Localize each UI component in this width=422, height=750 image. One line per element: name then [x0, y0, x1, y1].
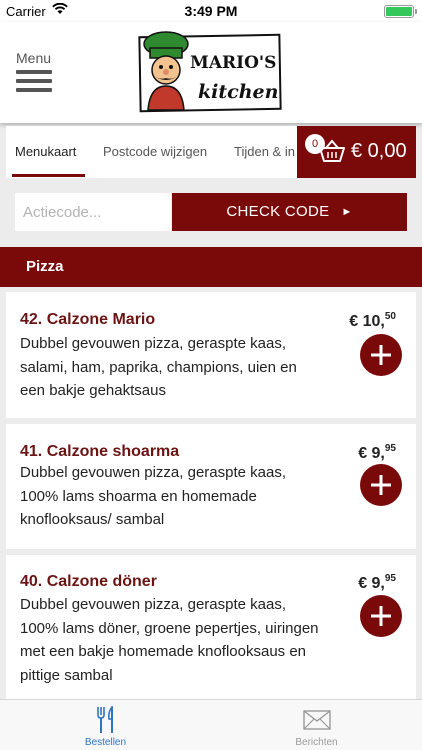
- hamburger-icon: [16, 70, 56, 92]
- tab-berichten[interactable]: Berichten: [211, 700, 422, 750]
- tab-bestellen[interactable]: Bestellen: [0, 700, 211, 750]
- tab-postcode-wijzigen[interactable]: Postcode wijzigen: [103, 144, 207, 159]
- basket-icon: [317, 138, 347, 169]
- cutlery-icon: [95, 704, 117, 734]
- battery-icon: [384, 5, 417, 18]
- logo-text-kitchen: kitchen: [198, 81, 278, 103]
- product-name: 40. Calzone döner: [20, 573, 157, 590]
- tab-tijden-info[interactable]: Tijden & in: [234, 144, 295, 159]
- tab-label: Berichten: [295, 737, 338, 748]
- add-to-cart-button[interactable]: [360, 595, 402, 637]
- product-description: Dubbel gevouwen pizza, geraspte kaas, sa…: [20, 335, 297, 399]
- check-code-button[interactable]: CHECK CODE ►: [172, 193, 407, 231]
- check-code-label: CHECK CODE: [226, 203, 330, 220]
- add-to-cart-button[interactable]: [360, 464, 402, 506]
- clock: 3:49 PM: [184, 3, 238, 19]
- action-code-row: CHECK CODE ►: [15, 193, 407, 231]
- plus-icon: [371, 606, 391, 626]
- category-header: Pizza: [0, 247, 422, 287]
- cart-total: € 0,00: [351, 140, 407, 162]
- app-header: Menu MARIO'S kitchen: [0, 22, 422, 123]
- product-card: 40. Calzone döner € 9,95 Dubbel gevouwen…: [6, 555, 416, 699]
- product-price: € 9,95: [358, 443, 396, 462]
- product-price: € 9,95: [358, 573, 396, 592]
- product-name: 41. Calzone shoarma: [20, 443, 180, 460]
- envelope-icon: [302, 710, 331, 732]
- product-description: Dubbel gevouwen pizza, geraspte kaas, 10…: [20, 464, 287, 528]
- status-bar: Carrier 3:49 PM: [0, 0, 422, 22]
- active-tab-indicator: [12, 174, 85, 177]
- bottom-tab-bar: Bestellen Berichten: [0, 699, 422, 750]
- cart-button[interactable]: 0 € 0,00: [297, 126, 416, 178]
- tab-label: Bestellen: [84, 737, 127, 748]
- product-description: Dubbel gevouwen pizza, geraspte kaas, 10…: [20, 596, 319, 684]
- add-to-cart-button[interactable]: [360, 334, 402, 376]
- action-code-input[interactable]: [15, 193, 171, 231]
- marios-kitchen-logo: MARIO'S kitchen: [138, 30, 284, 114]
- product-card: 41. Calzone shoarma € 9,95 Dubbel gevouw…: [6, 424, 416, 549]
- plus-icon: [371, 475, 391, 495]
- menu-button[interactable]: Menu: [16, 50, 56, 100]
- product-card: 42. Calzone Mario € 10,50 Dubbel gevouwe…: [6, 292, 416, 418]
- plus-icon: [371, 345, 391, 365]
- logo-text-marios: MARIO'S: [190, 53, 276, 73]
- product-price: € 10,50: [349, 311, 396, 330]
- tab-menukaart[interactable]: Menukaart: [15, 144, 76, 159]
- menu-label: Menu: [16, 50, 52, 66]
- play-arrow-icon: ►: [341, 206, 353, 218]
- product-name: 42. Calzone Mario: [20, 311, 156, 328]
